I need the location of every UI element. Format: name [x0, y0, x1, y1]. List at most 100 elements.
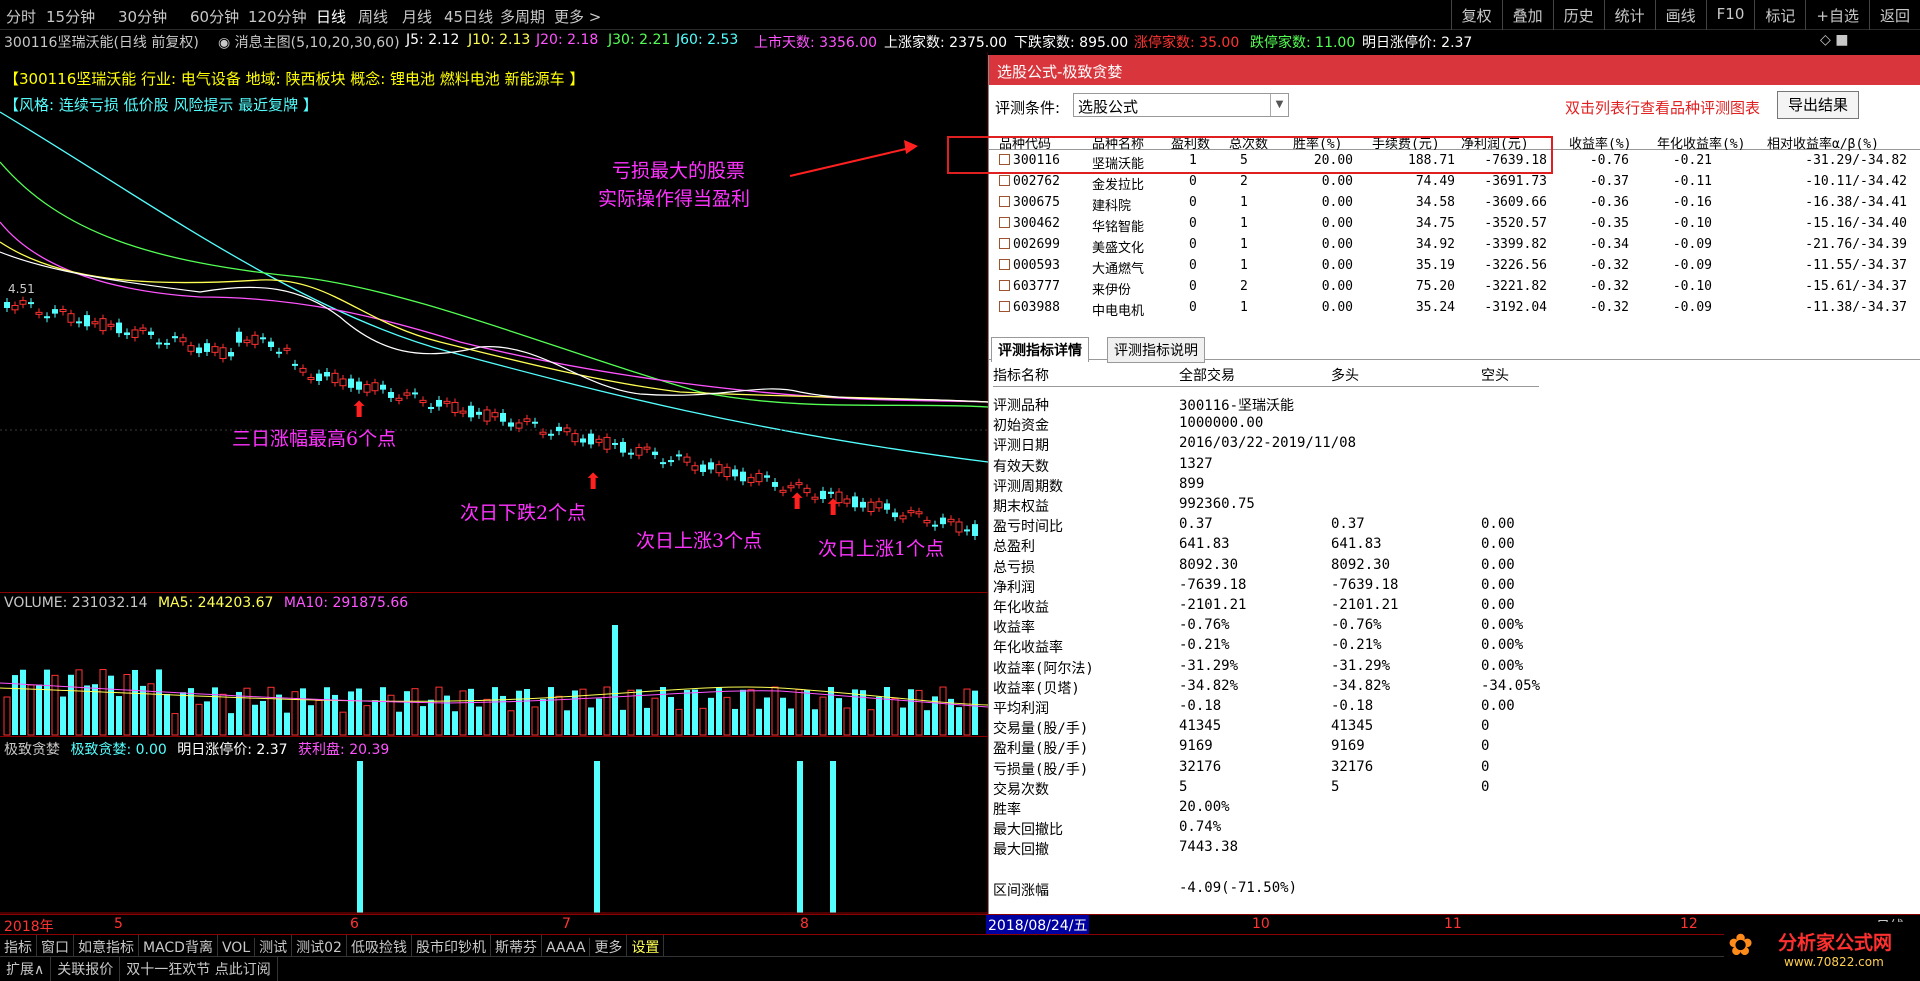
period-tab[interactable]: 周线 [358, 6, 388, 27]
table-cell: 0 [1189, 279, 1197, 294]
watermark-name: 分析家公式网 [1778, 932, 1893, 954]
panel-icons[interactable]: ◇ ■ [1820, 32, 1848, 48]
tab-metric-help[interactable]: 评测指标说明 [1107, 337, 1205, 363]
metric-cell: 899 [1179, 475, 1205, 492]
status-bar: 扩展∧ 关联报价 双十一狂欢节 点此订阅 [0, 956, 1920, 981]
metric-cell: 0 [1481, 738, 1490, 755]
table-row[interactable]: 000593 大通燃气 0 1 0.00 35.19 -3226.56 -0.32 -0.09 -… [989, 255, 1920, 277]
history-button[interactable]: 历史 [1552, 0, 1604, 30]
table-cell: -11.38/-34.37 [1805, 300, 1907, 315]
table-cell: -15.16/-34.40 [1805, 216, 1907, 231]
j60-value: J60: 2.53 [676, 32, 739, 48]
expand-button[interactable]: 扩展∧ [0, 957, 52, 981]
period-tab[interactable]: 30分钟 [118, 6, 167, 27]
table-row[interactable]: 603777 来伊份 0 2 0.00 75.20 -3221.82 -0.32 -0.10 -1… [989, 276, 1920, 298]
add-watch-button[interactable]: +自选 [1805, 0, 1869, 30]
period-tab[interactable]: 月线 [402, 6, 432, 27]
period-tab-active[interactable]: 日线 [316, 6, 346, 27]
metric-cell: 平均利润 [993, 701, 1049, 717]
condition-select[interactable]: 选股公式 ▼ [1073, 93, 1289, 117]
table-header: 品种代码 品种名称 盈利数 总次数 胜率(%) 手续费(元) 净利润(元) 收益… [989, 132, 1920, 152]
metric-cell: -34.05% [1481, 677, 1541, 694]
limit-down-count: 跌停家数: 11.00 [1250, 35, 1356, 51]
fuquan-button[interactable]: 复权 [1450, 0, 1502, 30]
month-label: 5 [114, 916, 123, 932]
stock-title: 300116坚瑞沃能(日线 前复权) [4, 35, 199, 51]
table-cell: -3192.04 [1484, 300, 1547, 315]
f10-button[interactable]: F10 [1705, 0, 1755, 30]
table-row[interactable]: 002762 金发拉比 0 2 0.00 74.49 -3691.73 -0.37 -0.11 -… [989, 171, 1920, 193]
tab-vol[interactable]: VOL [218, 938, 256, 958]
period-tab[interactable]: 分时 [6, 6, 36, 27]
linked-quote-button[interactable]: 关联报价 [51, 957, 121, 981]
table-cell: 0.00 [1321, 195, 1353, 210]
metric-cell: 641.83 [1331, 536, 1382, 553]
draw-button[interactable]: 画线 [1654, 0, 1706, 30]
metric-cell: 0.00 [1481, 556, 1515, 573]
table-row[interactable]: 300116 坚瑞沃能 1 5 20.00 188.71 -7639.18 -0.76 -0.2… [989, 150, 1920, 172]
volume-chart[interactable]: VOLUME: 231032.14 MA5: 244203.67 MA10: 2… [0, 592, 988, 736]
main-chart-label[interactable]: ◉ 消息主图(5,10,20,30,60) [218, 32, 400, 52]
table-cell: 大通燃气 [1092, 262, 1145, 277]
metrics-header: 指标名称 全部交易 多头 空头 [993, 365, 1539, 387]
logo-flower-icon: ✿ [1728, 928, 1754, 963]
metric-cell: 0 [1481, 758, 1490, 775]
period-tab[interactable]: 120分钟 [248, 6, 307, 27]
table-row[interactable]: 002699 美盛文化 0 1 0.00 34.92 -3399.82 -0.34 -0.09 -… [989, 234, 1920, 256]
annotation-text: 亏损最大的股票 [612, 160, 746, 182]
period-tab[interactable]: 45日线 [444, 6, 493, 27]
condition-value: 选股公式 [1078, 98, 1139, 116]
table-cell: 300675 [1013, 195, 1060, 210]
metric-cell: -0.21% [1331, 637, 1382, 654]
table-cell: 34.75 [1415, 216, 1455, 231]
tab-aaaa[interactable]: AAAA [542, 938, 591, 958]
metric-cell: -0.18 [1331, 698, 1374, 714]
tab-metric-details[interactable]: 评测指标详情 [991, 337, 1089, 362]
metric-cell: 0.00% [1481, 637, 1524, 654]
table-cell: -0.09 [1672, 237, 1712, 252]
table-cell: 华铭智能 [1092, 220, 1145, 235]
chevron-down-icon[interactable]: ▼ [1270, 94, 1288, 116]
month-label: 10 [1252, 916, 1270, 932]
year-label: 2018年 [4, 919, 54, 935]
table-cell: 75.20 [1415, 279, 1455, 294]
metric-cell: 初始资金 [993, 418, 1049, 435]
export-button[interactable]: 导出结果 [1777, 91, 1859, 119]
promo-link[interactable]: 双十一狂欢节 点此订阅 [120, 957, 278, 981]
table-cell: -3691.73 [1484, 174, 1547, 189]
metric-cell: 总亏损 [993, 559, 1035, 576]
metric-cell: -2101.21 [1179, 597, 1247, 613]
j20-value: J20: 2.18 [536, 32, 599, 48]
overlay-button[interactable]: 叠加 [1501, 0, 1553, 30]
metric-cell: -2101.21 [1331, 597, 1399, 613]
period-tab[interactable]: 多周期 [500, 6, 545, 27]
metric-cell: 最大回撤比 [993, 822, 1063, 839]
table-cell: 1 [1189, 153, 1197, 168]
table-cell: 34.92 [1415, 237, 1455, 252]
metric-cell: 盈利量(股/手) [993, 741, 1089, 758]
month-label: 7 [562, 916, 571, 932]
table-row[interactable]: 603988 中电电机 0 1 0.00 35.24 -3192.04 -0.32 -0.09 -… [989, 297, 1920, 319]
table-cell: 000593 [1013, 258, 1060, 273]
back-button[interactable]: 返回 [1868, 0, 1920, 30]
metric-cell: 收益率(贝塔) [993, 680, 1080, 697]
watermark: ✿ 分析家公式网 www.70822.com [1724, 922, 1920, 979]
mark-button[interactable]: 标记 [1754, 0, 1805, 30]
table-cell: -0.36 [1589, 195, 1629, 210]
price-chart[interactable]: 【300116坚瑞沃能 行业: 电气设备 地域: 陕西板块 概念: 锂电池 燃料… [0, 52, 988, 592]
stats-button[interactable]: 统计 [1603, 0, 1655, 30]
period-tab[interactable]: 60分钟 [190, 6, 239, 27]
table-row[interactable]: 300675 建科院 0 1 0.00 34.58 -3609.66 -0.36 -0.16 -1… [989, 192, 1920, 214]
table-cell: 002699 [1013, 237, 1060, 252]
table-cell: 1 [1240, 237, 1248, 252]
more-periods-button[interactable]: 更多 > [554, 6, 601, 27]
row-icon [999, 280, 1010, 291]
table-cell: 2 [1240, 174, 1248, 189]
table-row[interactable]: 300462 华铭智能 0 1 0.00 34.75 -3520.57 -0.35 -0.10 -… [989, 213, 1920, 235]
arrow-up-icon: ⬆ [584, 470, 603, 495]
annotation-text: 次日上涨3个点 [636, 530, 763, 552]
period-tab[interactable]: 15分钟 [46, 6, 95, 27]
metric-cell: 8092.30 [1179, 556, 1239, 573]
metric-cell: 总盈利 [993, 539, 1035, 556]
indicator-chart[interactable]: 极致贪婪 极致贪婪: 0.00 明日涨停价: 2.37 获利盘: 20.39 [0, 736, 988, 914]
